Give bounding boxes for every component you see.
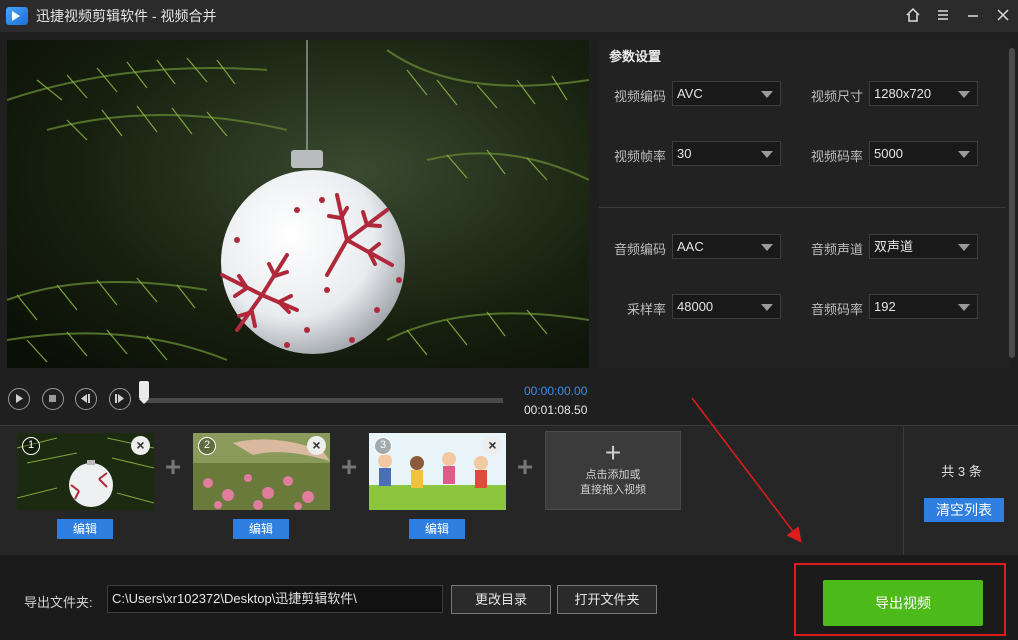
- video-fps-label: 视频帧率: [613, 149, 666, 164]
- video-codec-label: 视频编码: [613, 89, 666, 104]
- params-divider: [599, 207, 1006, 208]
- audio-bitrate-label: 音频码率: [810, 302, 863, 317]
- chevron-down-icon: [958, 244, 970, 251]
- clip-count: 共 3 条: [941, 464, 982, 479]
- annotation-highlight-box: [794, 563, 1006, 636]
- audio-codec-label: 音频编码: [613, 242, 666, 257]
- change-directory-button[interactable]: 更改目录: [451, 585, 551, 614]
- stop-icon: [49, 395, 56, 402]
- open-folder-button[interactable]: 打开文件夹: [557, 585, 657, 614]
- clip-remove-button[interactable]: ×: [483, 436, 502, 455]
- plus-icon: +: [604, 437, 622, 468]
- export-folder-label: 导出文件夹:: [24, 595, 93, 610]
- clip-thumbnail-3[interactable]: 3 ×: [369, 433, 506, 510]
- video-codec-value: AVC: [677, 86, 703, 101]
- video-bitrate-label: 视频码率: [810, 149, 863, 164]
- audio-samplerate-value: 48000: [677, 299, 714, 314]
- clip-thumbnail-2[interactable]: 2 ×: [193, 433, 330, 510]
- video-size-select[interactable]: 1280x720: [869, 81, 978, 106]
- timeline-handle[interactable]: [139, 381, 149, 404]
- playback-controls: 00:00:00.00 00:01:08.50: [0, 368, 1018, 424]
- audio-channel-label: 音频声道: [810, 242, 863, 257]
- timeline-track[interactable]: [143, 398, 503, 403]
- clip-list: 1 × + 2 × + 3 × + + 点击添加或 直接拖入视频 编辑 编辑 编…: [0, 425, 903, 555]
- edit-clip-2-button[interactable]: 编辑: [233, 519, 289, 539]
- preview-frame-image: [7, 40, 589, 368]
- chevron-down-icon: [761, 304, 773, 311]
- clip-number: 1: [22, 437, 40, 455]
- title-bar: 迅捷视频剪辑软件 - 视频合并: [0, 0, 1018, 32]
- menu-icon[interactable]: [934, 7, 952, 25]
- edit-clip-3-button[interactable]: 编辑: [409, 519, 465, 539]
- step-forward-icon: [115, 394, 124, 403]
- video-fps-select[interactable]: 30: [672, 141, 781, 166]
- current-time: 00:00:00.00: [524, 384, 588, 398]
- video-codec-select[interactable]: AVC: [672, 81, 781, 106]
- audio-samplerate-select[interactable]: 48000: [672, 294, 781, 319]
- chevron-down-icon: [958, 304, 970, 311]
- video-bitrate-select[interactable]: 5000: [869, 141, 978, 166]
- chevron-down-icon: [958, 91, 970, 98]
- plus-icon: +: [340, 451, 358, 482]
- prev-frame-button[interactable]: [75, 388, 97, 410]
- close-icon[interactable]: [994, 7, 1012, 25]
- home-icon[interactable]: [904, 7, 922, 25]
- params-scrollbar[interactable]: [1009, 48, 1015, 358]
- add-clip-text-1: 点击添加或: [585, 469, 641, 481]
- app-logo-icon: [6, 7, 28, 25]
- chevron-down-icon: [761, 91, 773, 98]
- export-path-field[interactable]: C:\Users\xr102372\Desktop\迅捷剪辑软件\: [107, 585, 443, 613]
- chevron-down-icon: [761, 151, 773, 158]
- params-title: 参数设置: [609, 49, 662, 64]
- next-frame-button[interactable]: [109, 388, 131, 410]
- step-back-icon: [81, 394, 90, 403]
- clear-list-button[interactable]: 清空列表: [924, 498, 1004, 522]
- play-button[interactable]: [8, 388, 30, 410]
- clip-count-panel: 共 3 条 清空列表: [903, 425, 1018, 555]
- audio-samplerate-label: 采样率: [626, 302, 666, 317]
- audio-bitrate-select[interactable]: 192: [869, 294, 978, 319]
- edit-clip-1-button[interactable]: 编辑: [57, 519, 113, 539]
- window-controls: [904, 0, 1012, 32]
- clip-thumbnail-1[interactable]: 1 ×: [17, 433, 154, 510]
- audio-codec-select[interactable]: AAC: [672, 234, 781, 259]
- video-preview: [7, 40, 589, 368]
- plus-icon: +: [164, 451, 182, 482]
- video-size-value: 1280x720: [874, 86, 932, 101]
- chevron-down-icon: [958, 151, 970, 158]
- clip-remove-button[interactable]: ×: [131, 436, 150, 455]
- add-clip-button[interactable]: + 点击添加或 直接拖入视频: [545, 431, 681, 510]
- play-icon: [16, 394, 23, 403]
- video-fps-value: 30: [677, 146, 692, 161]
- audio-channel-value: 双声道: [874, 239, 914, 254]
- video-bitrate-value: 5000: [874, 146, 903, 161]
- audio-codec-value: AAC: [677, 239, 704, 254]
- total-time: 00:01:08.50: [524, 403, 588, 417]
- minimize-icon[interactable]: [964, 7, 982, 25]
- video-size-label: 视频尺寸: [810, 89, 863, 104]
- audio-bitrate-value: 192: [874, 299, 896, 314]
- audio-channel-select[interactable]: 双声道: [869, 234, 978, 259]
- clip-number: 2: [198, 437, 216, 455]
- chevron-down-icon: [761, 244, 773, 251]
- window-title: 迅捷视频剪辑软件 - 视频合并: [36, 8, 217, 24]
- clip-number: 3: [374, 437, 392, 455]
- stop-button[interactable]: [42, 388, 64, 410]
- clip-remove-button[interactable]: ×: [307, 436, 326, 455]
- add-clip-text-2: 直接拖入视频: [580, 484, 646, 496]
- plus-icon: +: [516, 451, 534, 482]
